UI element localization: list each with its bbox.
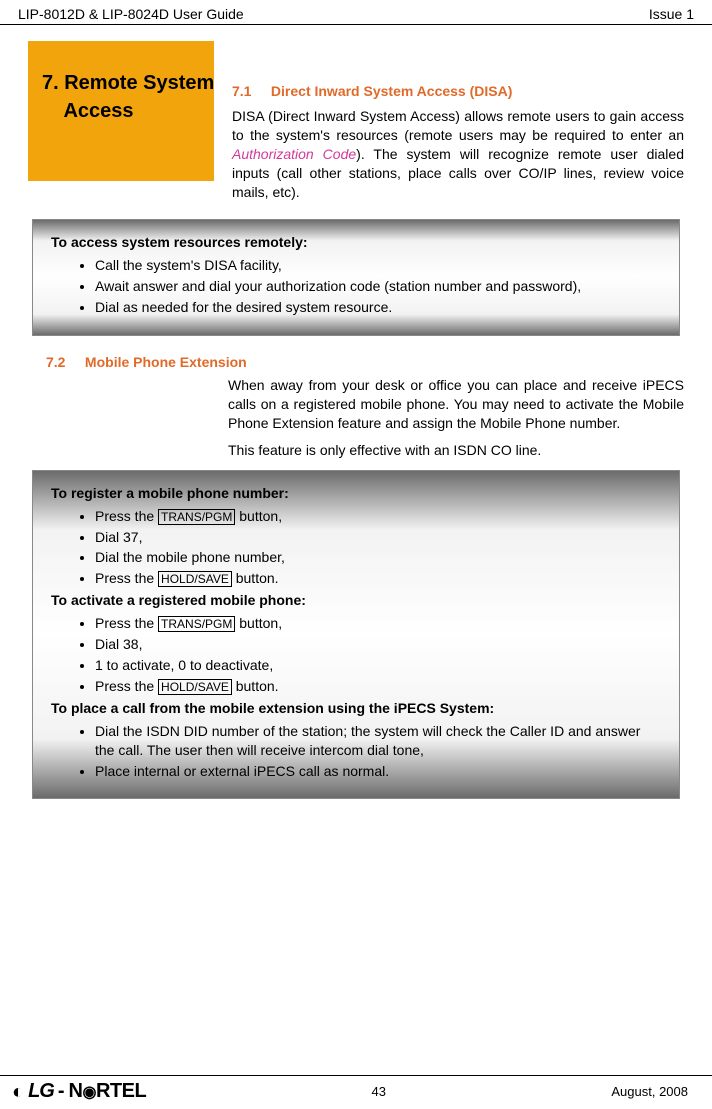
list-item: Place internal or external iPECS call as… bbox=[95, 762, 661, 781]
list-item: Call the system's DISA facility, bbox=[95, 256, 661, 275]
chapter-title: 7. Remote System Access bbox=[42, 69, 206, 125]
section-7-2-para1: When away from your desk or office you c… bbox=[228, 376, 684, 433]
header-left: LIP-8012D & LIP-8024D User Guide bbox=[18, 6, 244, 22]
s71-text-pre: DISA (Direct Inward System Access) allow… bbox=[232, 108, 684, 143]
header-right: Issue 1 bbox=[649, 6, 694, 22]
trans-pgm-button-label: TRANS/PGM bbox=[158, 616, 235, 632]
trans-pgm-button-label: TRANS/PGM bbox=[158, 509, 235, 525]
hold-save-button-label: HOLD/SAVE bbox=[158, 679, 232, 695]
text: button, bbox=[235, 615, 282, 631]
box2-title3: To place a call from the mobile extensio… bbox=[51, 700, 661, 716]
section-7-1-para: DISA (Direct Inward System Access) allow… bbox=[232, 107, 684, 201]
hold-save-button-label: HOLD/SAVE bbox=[158, 571, 232, 587]
chapter-title-box: 7. Remote System Access bbox=[28, 41, 214, 181]
text: Press the bbox=[95, 508, 158, 524]
text: button. bbox=[232, 570, 279, 586]
logo-nortel-text: N◉RTEL bbox=[69, 1080, 147, 1103]
section-7-2-title: Mobile Phone Extension bbox=[85, 354, 247, 370]
list-item: Press the TRANS/PGM button, bbox=[95, 614, 661, 633]
section-7-2-heading: 7.2 Mobile Phone Extension bbox=[46, 354, 684, 370]
instruction-box-remote-access: To access system resources remotely: Cal… bbox=[32, 219, 680, 336]
list-item: 1 to activate, 0 to deactivate, bbox=[95, 656, 661, 675]
text: Press the bbox=[95, 615, 158, 631]
logo-dash: - bbox=[58, 1080, 65, 1103]
list-item: Press the HOLD/SAVE button. bbox=[95, 677, 661, 696]
footer: ◐ LG - N◉RTEL 43 August, 2008 bbox=[0, 1075, 712, 1109]
globe-icon: ◉ bbox=[83, 1084, 96, 1101]
section-7-1-title: Direct Inward System Access (DISA) bbox=[271, 83, 512, 99]
box2-list2: Press the TRANS/PGM button, Dial 38, 1 t… bbox=[51, 614, 661, 696]
list-item: Await answer and dial your authorization… bbox=[95, 277, 661, 296]
list-item: Press the TRANS/PGM button, bbox=[95, 507, 661, 526]
page-number: 43 bbox=[372, 1084, 386, 1099]
box2-list3: Dial the ISDN DID number of the station;… bbox=[51, 722, 661, 781]
section-7-1-number: 7.1 bbox=[232, 83, 251, 99]
instruction-box-mobile: To register a mobile phone number: Press… bbox=[32, 470, 680, 800]
logo-lg-text: LG bbox=[28, 1080, 54, 1103]
list-item: Dial as needed for the desired system re… bbox=[95, 298, 661, 317]
box2-title1: To register a mobile phone number: bbox=[51, 485, 661, 501]
footer-date: August, 2008 bbox=[611, 1084, 688, 1099]
list-item: Dial the ISDN DID number of the station;… bbox=[95, 722, 661, 760]
authorization-code-text: Authorization Code bbox=[232, 146, 356, 162]
box1-title: To access system resources remotely: bbox=[51, 234, 661, 250]
section-7-2-number: 7.2 bbox=[46, 354, 65, 370]
list-item: Dial 37, bbox=[95, 528, 661, 547]
box1-list: Call the system's DISA facility, Await a… bbox=[51, 256, 661, 317]
section-7-2-para2: This feature is only effective with an I… bbox=[228, 441, 684, 460]
text: button. bbox=[232, 678, 279, 694]
box2-list1: Press the TRANS/PGM button, Dial 37, Dia… bbox=[51, 507, 661, 589]
text: Press the bbox=[95, 570, 158, 586]
lg-nortel-logo: ◐ LG - N◉RTEL bbox=[12, 1080, 146, 1103]
list-item: Dial the mobile phone number, bbox=[95, 548, 661, 567]
list-item: Press the HOLD/SAVE button. bbox=[95, 569, 661, 588]
header: LIP-8012D & LIP-8024D User Guide Issue 1 bbox=[0, 0, 712, 25]
text: button, bbox=[235, 508, 282, 524]
box2-title2: To activate a registered mobile phone: bbox=[51, 592, 661, 608]
section-7-1-heading: 7.1 Direct Inward System Access (DISA) bbox=[232, 83, 684, 99]
list-item: Dial 38, bbox=[95, 635, 661, 654]
globe-icon: ◐ bbox=[12, 1082, 24, 1102]
text: Press the bbox=[95, 678, 158, 694]
